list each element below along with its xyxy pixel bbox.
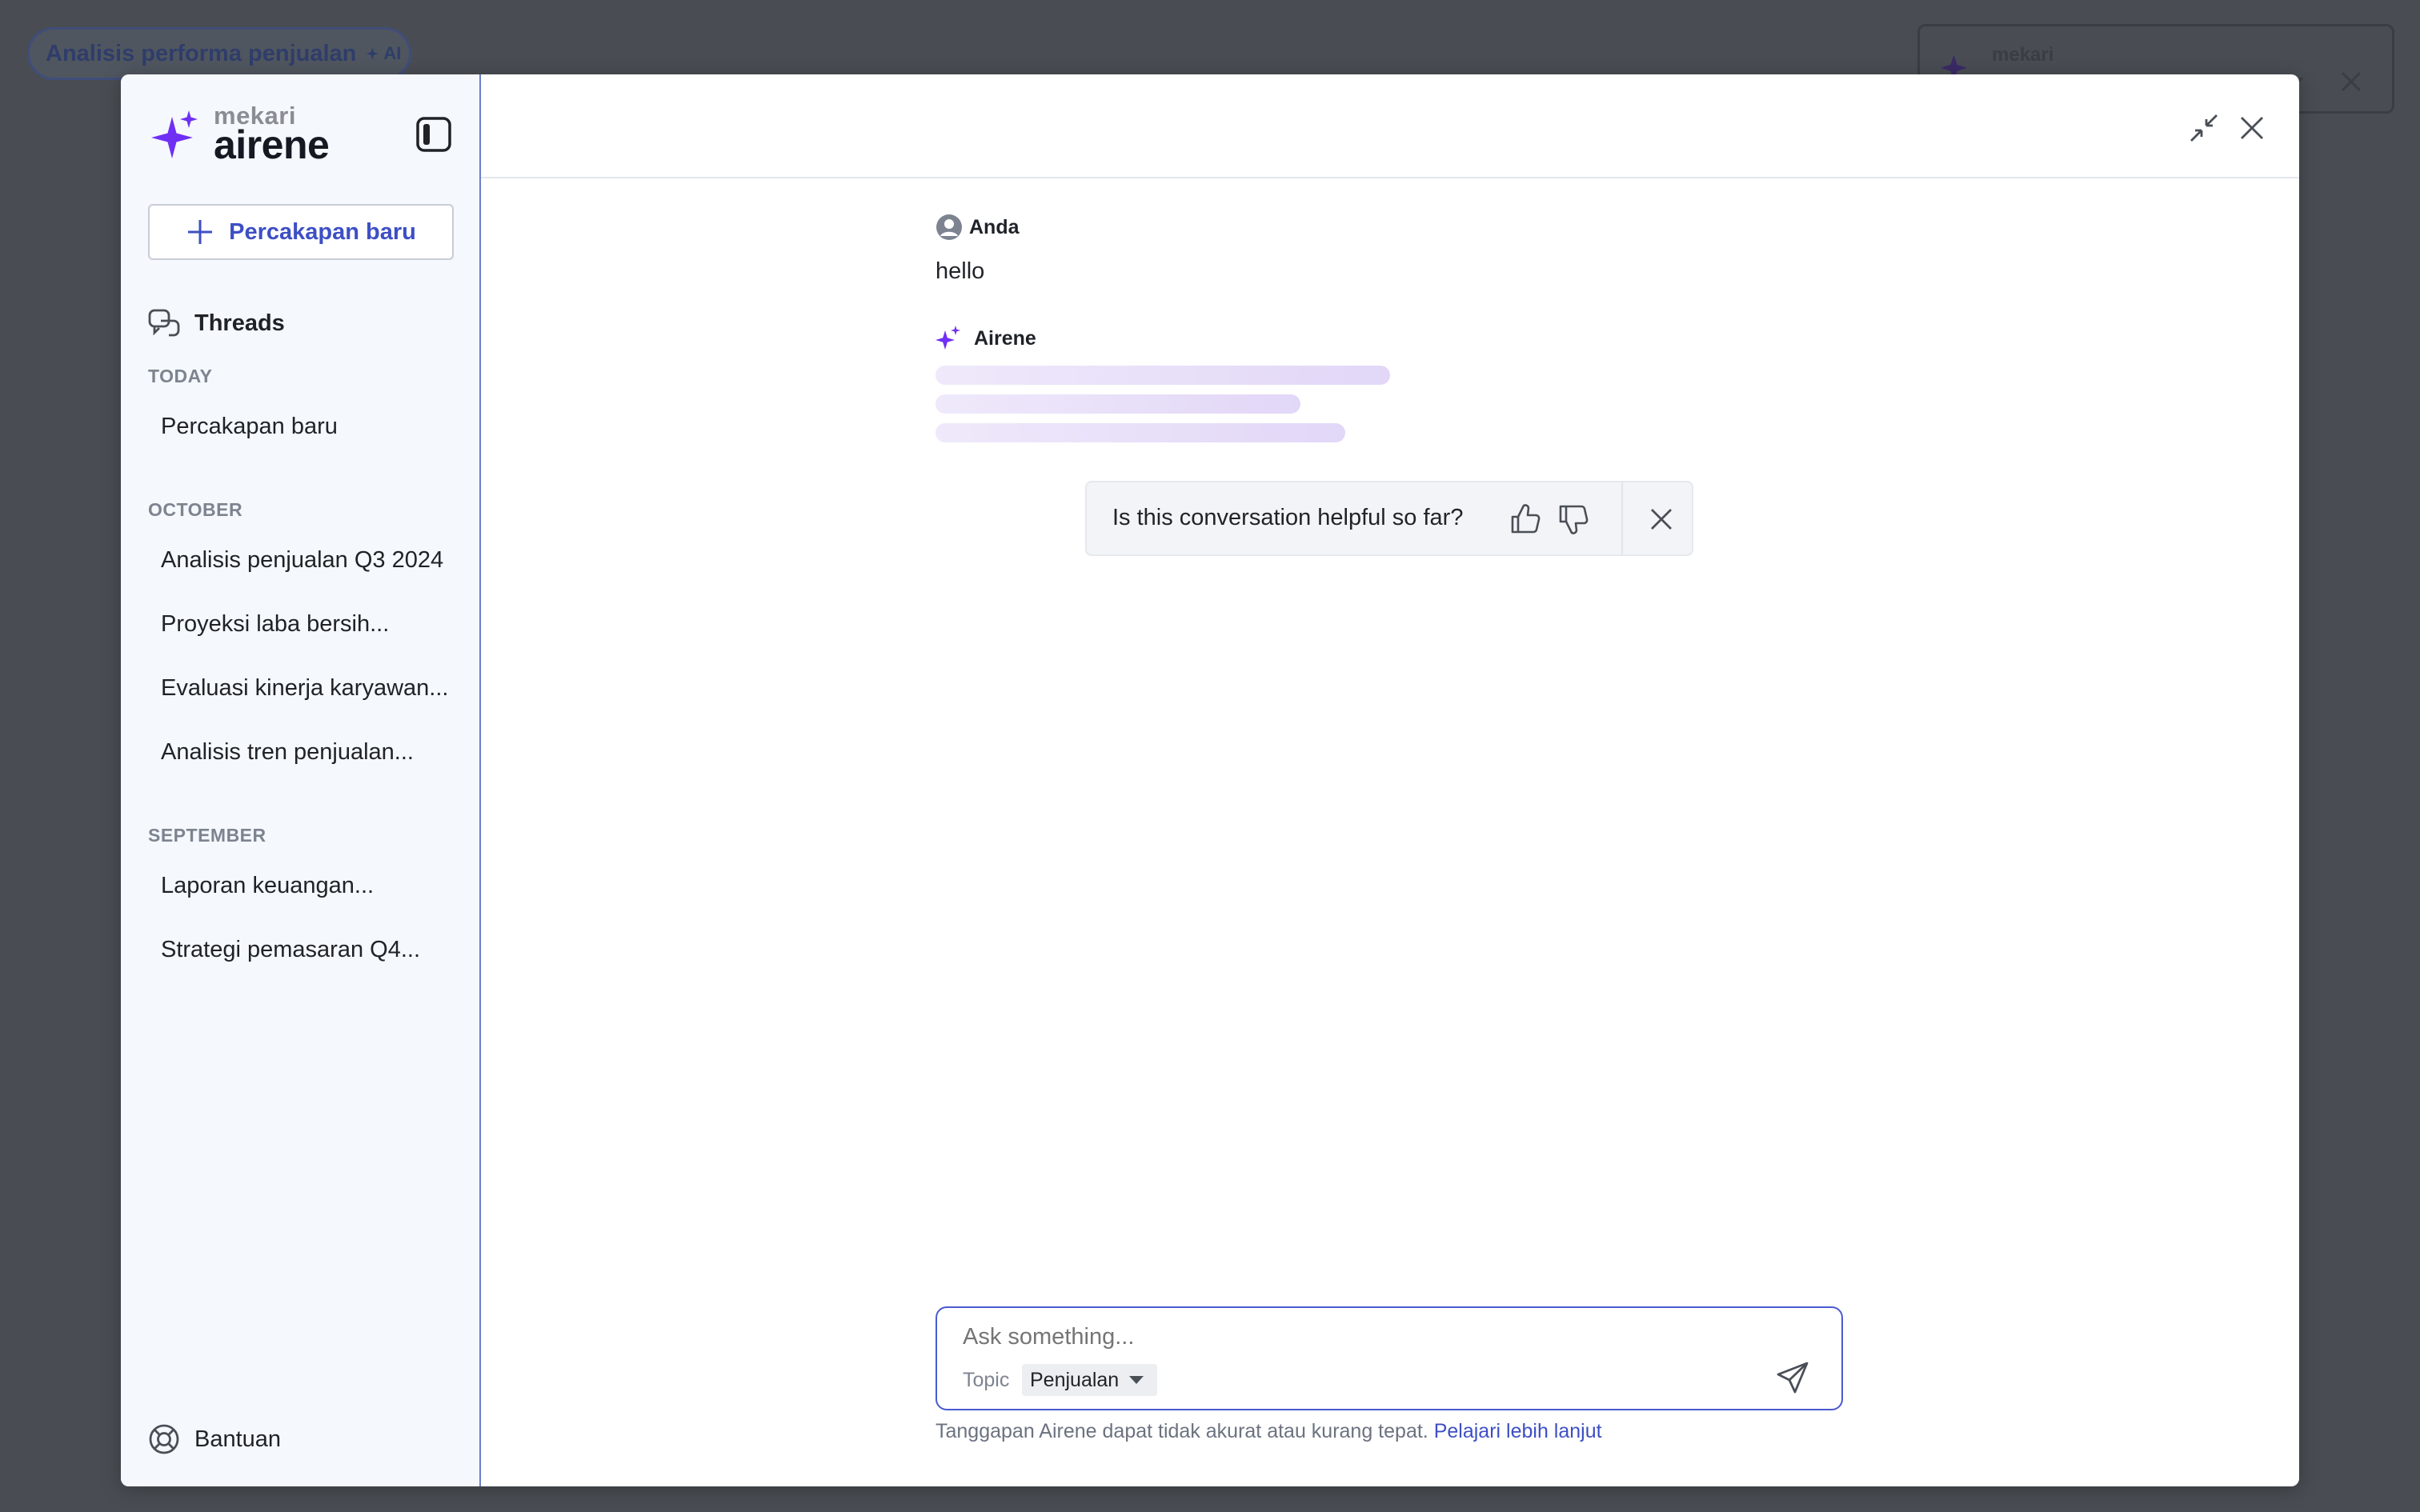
loading-skeleton-line [936, 423, 1345, 442]
logo-brand-large: airene [214, 122, 330, 167]
caret-down-icon [1129, 1376, 1144, 1384]
feedback-question: Is this conversation helpful so far? [1112, 505, 1464, 530]
message-input[interactable] [963, 1324, 1683, 1350]
sidebar-toggle-icon[interactable] [415, 116, 452, 153]
topic-select[interactable]: Penjualan [1022, 1364, 1158, 1396]
thread-item[interactable]: Evaluasi kinerja karyawan... [161, 675, 448, 702]
loading-skeleton-line [936, 394, 1300, 414]
thread-item[interactable]: Analisis tren penjualan... [161, 739, 414, 766]
new-chat-label: Percakapan baru [229, 218, 416, 245]
group-label-september: SEPTEMBER [148, 825, 266, 846]
topic-value: Penjualan [1030, 1368, 1120, 1391]
sparkle-icon [367, 47, 379, 60]
plus-icon [188, 220, 213, 244]
user-name: Anda [969, 215, 1020, 238]
chat-bubbles-icon [148, 309, 180, 337]
background-analysis-chip: Analisis performa penjualan AI [27, 27, 411, 80]
topic-label: Topic [963, 1369, 1010, 1391]
send-icon[interactable] [1776, 1361, 1809, 1394]
background-chip-label: Analisis performa penjualan [46, 40, 357, 66]
airene-logo: mekari airene [150, 103, 330, 167]
thread-item[interactable]: Analisis penjualan Q3 2024 [161, 547, 443, 574]
thumbs-down-icon[interactable] [1556, 502, 1591, 537]
sparkle-icon [151, 110, 198, 158]
chat-main: Anda hello Airene Is this conversation h… [481, 74, 2299, 1486]
thread-item[interactable]: Strategi pemasaran Q4... [161, 937, 420, 963]
thread-item[interactable]: Percakapan baru [161, 414, 338, 440]
message-composer: Topic Penjualan [936, 1306, 1843, 1410]
threads-label: Threads [194, 310, 285, 336]
background-panel-brand: mekari [1992, 44, 2054, 66]
disclaimer: Tanggapan Airene dapat tidak akurat atau… [936, 1420, 1602, 1443]
airene-chat-modal: mekari airene Percakapan baru Threads TO… [121, 74, 2299, 1486]
help-link[interactable]: Bantuan [148, 1423, 281, 1455]
sidebar: mekari airene Percakapan baru Threads TO… [121, 74, 481, 1486]
loading-skeleton-line [936, 366, 1390, 385]
feedback-prompt: Is this conversation helpful so far? [1085, 481, 1693, 556]
user-message-header: Anda [936, 214, 1020, 241]
thread-item[interactable]: Laporan keuangan... [161, 873, 374, 899]
help-label: Bantuan [194, 1426, 282, 1452]
sparkle-icon [936, 326, 960, 350]
disclaimer-text: Tanggapan Airene dapat tidak akurat atau… [936, 1420, 1428, 1442]
group-label-today: TODAY [148, 366, 213, 386]
thumbs-up-icon[interactable] [1508, 502, 1543, 537]
new-chat-button[interactable]: Percakapan baru [148, 204, 454, 260]
threads-header: Threads [148, 308, 285, 338]
lifebuoy-icon [149, 1424, 179, 1454]
user-message-text: hello [936, 258, 985, 284]
assistant-message-header: Airene [936, 326, 1036, 351]
learn-more-link[interactable]: Pelajari lebih lanjut [1434, 1420, 1602, 1442]
chat-topbar [481, 74, 2299, 178]
minimize-icon[interactable] [2189, 113, 2219, 143]
background-ai-badge: AI [366, 43, 401, 64]
close-icon[interactable] [1647, 505, 1676, 534]
group-label-october: OCTOBER [148, 499, 243, 520]
background-ai-badge-text: AI [383, 43, 402, 63]
feedback-divider [1621, 482, 1623, 554]
user-avatar-icon [936, 214, 962, 240]
close-icon[interactable] [2237, 113, 2267, 143]
close-icon [2341, 71, 2362, 92]
assistant-name: Airene [974, 326, 1036, 350]
thread-item[interactable]: Proyeksi laba bersih... [161, 611, 389, 638]
